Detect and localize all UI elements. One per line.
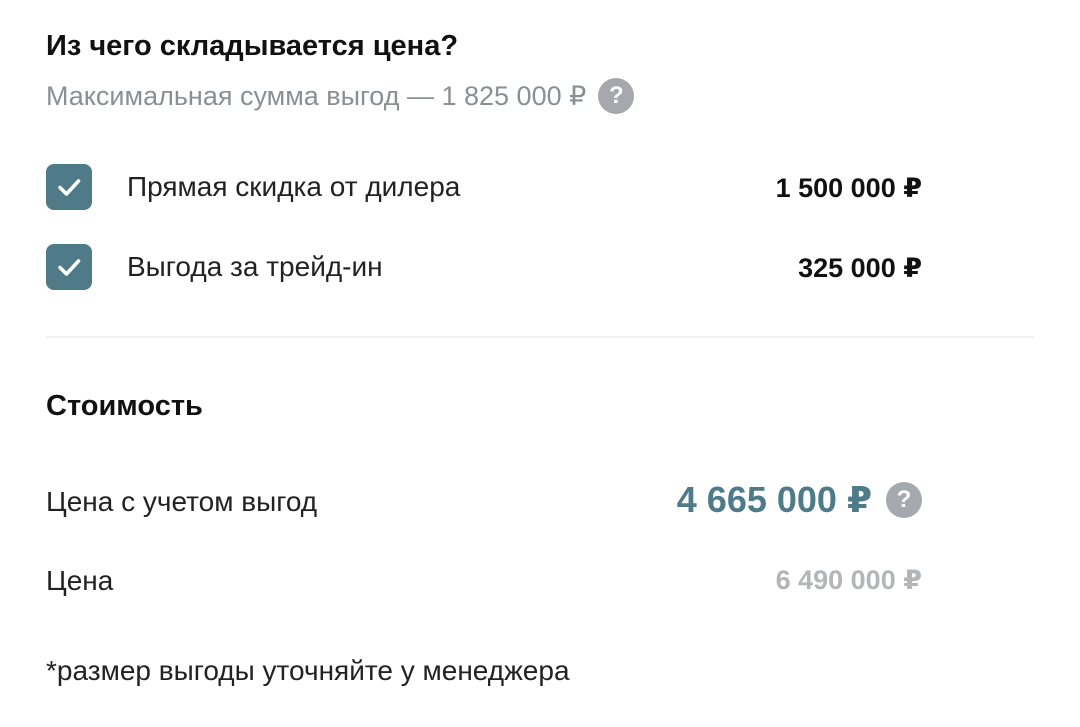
question-circle-icon[interactable]: ? [598, 78, 635, 114]
section-divider [46, 336, 1034, 338]
trade-in-checkbox[interactable] [46, 244, 92, 290]
trade-in-amount: 325 000 ₽ [798, 253, 922, 283]
dealer-discount-amount: 1 500 000 ₽ [775, 173, 922, 203]
footnote: *размер выгоды уточняйте у менеджера [46, 655, 570, 686]
question-circle-icon[interactable]: ? [886, 482, 922, 518]
trade-in-label: Выгода за трейд-ин [127, 251, 383, 282]
final-price: 4 665 000 ₽ ? [677, 478, 922, 522]
dealer-discount-label: Прямая скидка от дилера [127, 171, 461, 202]
final-price-value: 4 665 000 ₽ [676, 479, 872, 520]
checkmark-icon [58, 259, 81, 276]
dealer-discount-checkbox[interactable] [46, 164, 92, 210]
max-benefits-subtitle: Максимальная сумма выгод — 1 825 000 ₽ ? [46, 78, 635, 114]
final-price-label: Цена с учетом выгод [46, 486, 318, 517]
section-title-price-breakdown: Из чего складывается цена? [46, 30, 459, 62]
original-price-value: 6 490 000 ₽ [775, 565, 922, 595]
price-label: Цена [46, 565, 114, 596]
section-title-cost: Стоимость [46, 390, 203, 422]
max-benefits-text: Максимальная сумма выгод — 1 825 000 ₽ [46, 80, 587, 111]
checkmark-icon [58, 179, 81, 196]
